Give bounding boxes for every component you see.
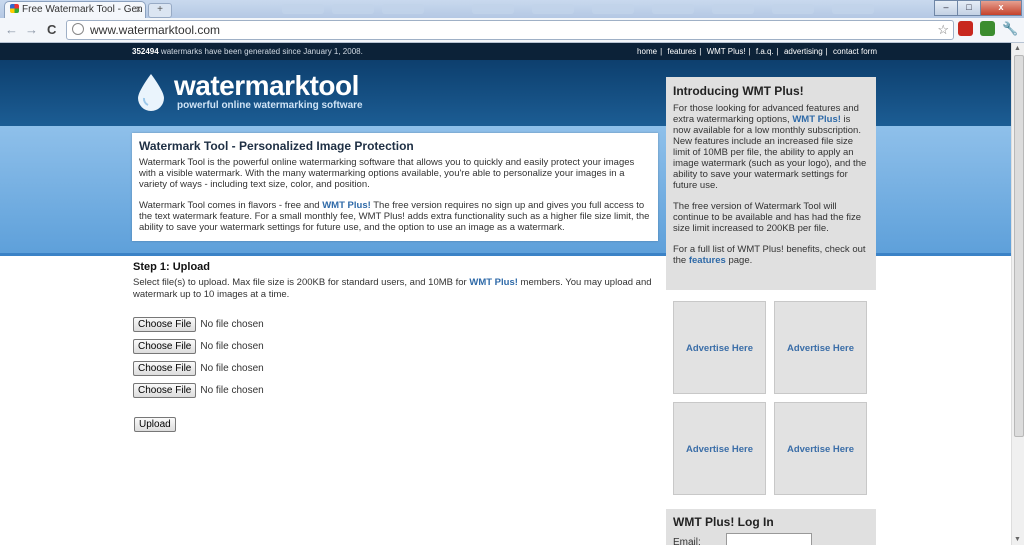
promo-title: Introducing WMT Plus! [673, 84, 804, 98]
ad-slot[interactable]: Advertise Here [774, 301, 867, 394]
background-tab[interactable] [832, 4, 874, 14]
wrench-icon[interactable]: 🔧 [1002, 21, 1018, 36]
generation-counter: 352494 watermarks have been generated si… [132, 47, 363, 56]
wmt-plus-link[interactable]: WMT Plus! [322, 200, 371, 211]
evernote-extension-icon[interactable] [980, 21, 995, 36]
background-tab[interactable] [712, 4, 754, 14]
close-window-button[interactable]: x [980, 0, 1022, 16]
login-title: WMT Plus! Log In [673, 515, 774, 529]
tab-strip: Free Watermark Tool - Gen x + – □ x [0, 0, 1024, 19]
upload-step: Step 1: Upload Select file(s) to upload.… [133, 261, 658, 301]
browser-toolbar: ← → C www.watermarktool.com ☆ 🔧 [0, 18, 1024, 43]
nav-link-advertising[interactable]: advertising [784, 47, 823, 56]
file-input-row: Choose File No file chosen [133, 383, 264, 399]
email-label: Email: [673, 537, 701, 545]
upload-button[interactable]: Upload [134, 417, 176, 432]
window-controls: – □ x [934, 0, 1022, 16]
new-tab-button[interactable]: + [148, 3, 172, 18]
wmt-plus-promo: Introducing WMT Plus! For those looking … [666, 77, 876, 290]
ad-slot[interactable]: Advertise Here [673, 402, 766, 495]
wmt-plus-link[interactable]: WMT Plus! [792, 114, 841, 125]
intro-title: Watermark Tool - Personalized Image Prot… [139, 139, 414, 153]
choose-file-button[interactable]: Choose File [133, 383, 197, 398]
step-instructions: Select file(s) to upload. Max file size … [133, 277, 652, 300]
file-input-row: Choose File No file chosen [133, 317, 264, 333]
intro-paragraph-1: Watermark Tool is the powerful online wa… [139, 157, 635, 190]
top-nav: home | features | WMT Plus! | f.a.q. | adver… [637, 47, 877, 56]
nav-link-home[interactable]: home [637, 47, 657, 56]
address-bar[interactable]: www.watermarktool.com ☆ [66, 20, 954, 40]
nav-link-wmt-plus[interactable]: WMT Plus! [707, 47, 746, 56]
file-status: No file chosen [200, 341, 264, 352]
file-input-row: Choose File No file chosen [133, 339, 264, 355]
file-status: No file chosen [200, 385, 264, 396]
pdf-extension-icon[interactable] [958, 21, 973, 36]
intro-box: Watermark Tool - Personalized Image Prot… [132, 133, 658, 241]
background-tab[interactable] [382, 4, 424, 14]
site-tagline: powerful online watermarking software [177, 100, 363, 111]
choose-file-button[interactable]: Choose File [133, 361, 197, 376]
login-box: WMT Plus! Log In Email: [666, 509, 876, 545]
background-tab[interactable] [592, 4, 634, 14]
background-tab[interactable] [532, 4, 574, 14]
tab-title: Free Watermark Tool - Gen [22, 4, 143, 15]
promo-paragraph-1: For those looking for advanced features … [673, 103, 867, 191]
ad-slot[interactable]: Advertise Here [774, 402, 867, 495]
water-drop-logo-icon [138, 74, 164, 111]
nav-link-features[interactable]: features [667, 47, 696, 56]
features-link[interactable]: features [689, 255, 726, 266]
intro-paragraph-2: Watermark Tool comes in flavors - free a… [139, 200, 650, 233]
site-logo[interactable]: watermarktool [174, 70, 359, 102]
site-top-bar: 352494 watermarks have been generated si… [0, 43, 1012, 60]
background-tab[interactable] [282, 4, 324, 14]
forward-icon[interactable]: → [25, 22, 38, 37]
maximize-button[interactable]: □ [957, 0, 981, 16]
step-title: Step 1: Upload [133, 261, 211, 273]
background-tab[interactable] [772, 4, 814, 14]
choose-file-button[interactable]: Choose File [133, 339, 197, 354]
background-tab[interactable] [472, 4, 514, 14]
bookmark-star-icon[interactable]: ☆ [937, 21, 949, 39]
scroll-up-icon[interactable]: ▲ [1014, 45, 1021, 52]
file-status: No file chosen [200, 319, 264, 330]
page-scrollbar[interactable]: ▲ ▼ [1011, 43, 1024, 545]
back-icon[interactable]: ← [5, 22, 18, 37]
wmt-plus-link[interactable]: WMT Plus! [469, 277, 518, 288]
choose-file-button[interactable]: Choose File [133, 317, 197, 332]
email-field[interactable] [726, 533, 812, 545]
nav-link-contact[interactable]: contact form [833, 47, 877, 56]
reload-icon[interactable]: C [47, 22, 56, 37]
browser-tab[interactable]: Free Watermark Tool - Gen x [4, 1, 146, 19]
tab-close-icon[interactable]: x [136, 2, 141, 18]
web-page: 352494 watermarks have been generated si… [0, 43, 1012, 545]
nav-link-faq[interactable]: f.a.q. [756, 47, 774, 56]
promo-paragraph-2: The free version of Watermark Tool will … [673, 201, 862, 234]
background-tab[interactable] [652, 4, 694, 14]
promo-paragraph-3: For a full list of WMT Plus! benefits, c… [673, 244, 866, 266]
globe-icon [72, 23, 84, 35]
minimize-button[interactable]: – [934, 0, 958, 16]
file-status: No file chosen [200, 363, 264, 374]
scrollbar-thumb[interactable] [1014, 55, 1024, 437]
url-text: www.watermarktool.com [90, 23, 221, 37]
ad-slot[interactable]: Advertise Here [673, 301, 766, 394]
scroll-down-icon[interactable]: ▼ [1014, 536, 1021, 543]
background-tab[interactable] [332, 4, 374, 14]
file-input-row: Choose File No file chosen [133, 361, 264, 377]
favicon-icon [10, 4, 19, 13]
